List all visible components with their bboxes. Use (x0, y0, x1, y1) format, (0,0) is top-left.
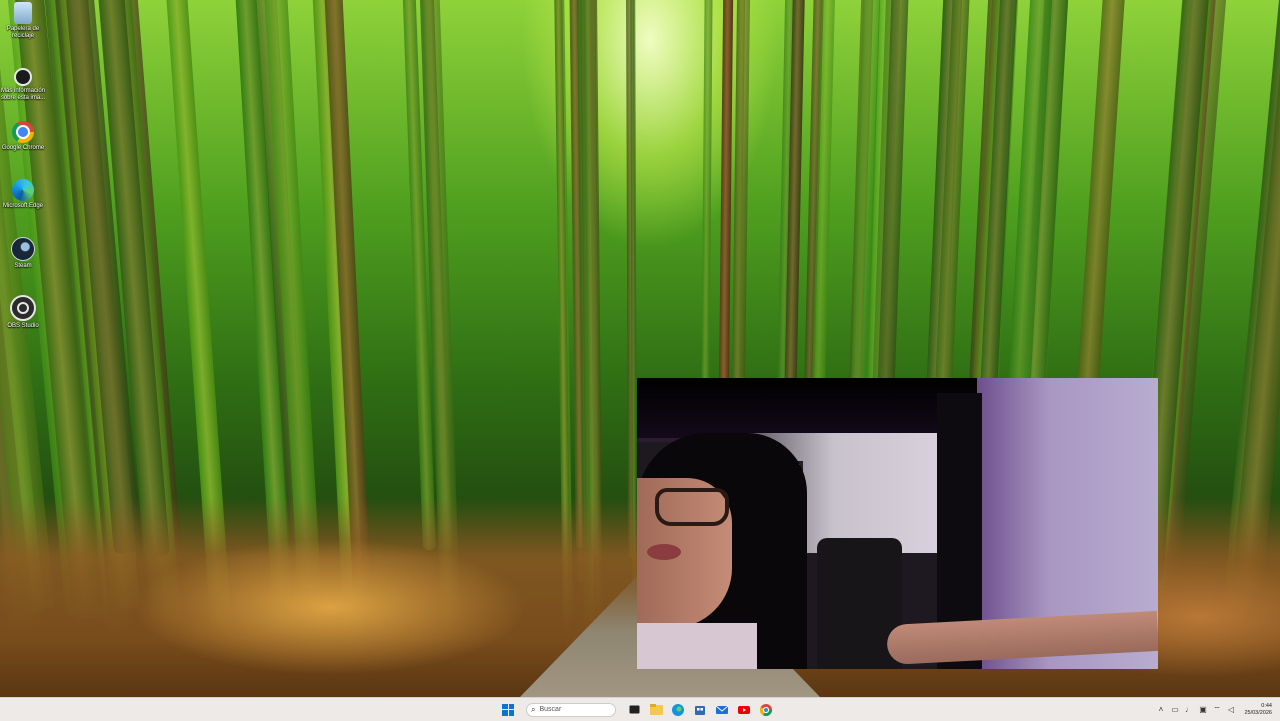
desktop-icon-label: Microsoft Edge (2, 203, 44, 209)
webcam-person-lips (647, 544, 681, 560)
mail-button[interactable] (714, 702, 730, 718)
desktop-icon-label: Google Chrome (1, 145, 45, 151)
desktop-icon-chrome[interactable]: Google Chrome (0, 121, 46, 152)
chrome-taskbar-button[interactable] (758, 702, 774, 718)
store-button[interactable] (692, 702, 708, 718)
taskbar-clock[interactable]: 0:44 25/03/2026 (1244, 703, 1272, 717)
info-camera-icon (14, 68, 32, 86)
webcam-person-shirt (637, 623, 757, 669)
clock-time: 0:44 (1261, 702, 1272, 709)
wifi-icon[interactable]: ⌔ (1212, 705, 1221, 715)
windows-start-icon (502, 703, 514, 716)
recycle-bin-icon (14, 2, 32, 24)
volume-icon[interactable]: ◁ (1226, 705, 1235, 714)
store-icon (695, 705, 705, 715)
webcam-overlay[interactable] (637, 378, 1158, 669)
desktop-icon-label: Papelera de reciclaje (6, 26, 40, 39)
edge-icon (672, 703, 684, 716)
start-button[interactable] (500, 702, 516, 718)
clock-date: 25/03/2026 (1244, 709, 1272, 716)
system-tray: ˄ ▭ ♩ ▣ ⌔ ◁ 0:44 25/03/2026 (1156, 698, 1280, 721)
desktop-icon-image-info[interactable]: Más información sobre esta ima... (0, 64, 46, 102)
file-explorer-icon (649, 704, 663, 715)
edge-taskbar-button[interactable] (670, 702, 686, 718)
microphone-icon[interactable]: ♩ (1184, 705, 1193, 714)
webcam-person-glasses (655, 488, 729, 526)
task-view-button[interactable] (626, 702, 642, 718)
display-icon[interactable]: ▣ (1198, 705, 1207, 714)
obs-icon (10, 295, 36, 321)
desktop-icon-edge[interactable]: Microsoft Edge (0, 179, 46, 210)
youtube-icon (738, 705, 750, 714)
search-icon: ⌕ (531, 704, 536, 714)
chrome-icon (760, 703, 772, 716)
youtube-button[interactable] (736, 702, 752, 718)
taskbar: ⌕ Buscar ˄ ▭ ♩ ▣ ⌔ ◁ 0:44 25/03/2026 (0, 697, 1280, 721)
desktop-icon-obs[interactable]: OBS Studio (0, 295, 46, 330)
chevron-up-icon[interactable]: ˄ (1156, 705, 1165, 714)
search-input[interactable]: ⌕ Buscar (526, 702, 616, 717)
desktop-icon-label: OBS Studio (7, 323, 39, 329)
network-icon[interactable]: ▭ (1170, 705, 1179, 714)
steam-icon (11, 237, 35, 261)
chrome-icon (12, 121, 34, 143)
desktop-icon-label: Steam (14, 263, 32, 269)
desktop-icon-recycle-bin[interactable]: Papelera de reciclaje (0, 2, 46, 40)
desktop-icon-steam[interactable]: Steam (0, 237, 46, 270)
search-placeholder: Buscar (539, 706, 562, 713)
file-explorer-button[interactable] (648, 702, 664, 718)
mail-icon (716, 705, 728, 714)
desktop-icon-label: Más información sobre esta ima... (0, 88, 46, 101)
edge-icon (12, 179, 34, 201)
task-view-icon (629, 705, 639, 714)
taskbar-pinned: ⌕ Buscar (500, 698, 774, 721)
webcam-ceiling (637, 378, 977, 438)
